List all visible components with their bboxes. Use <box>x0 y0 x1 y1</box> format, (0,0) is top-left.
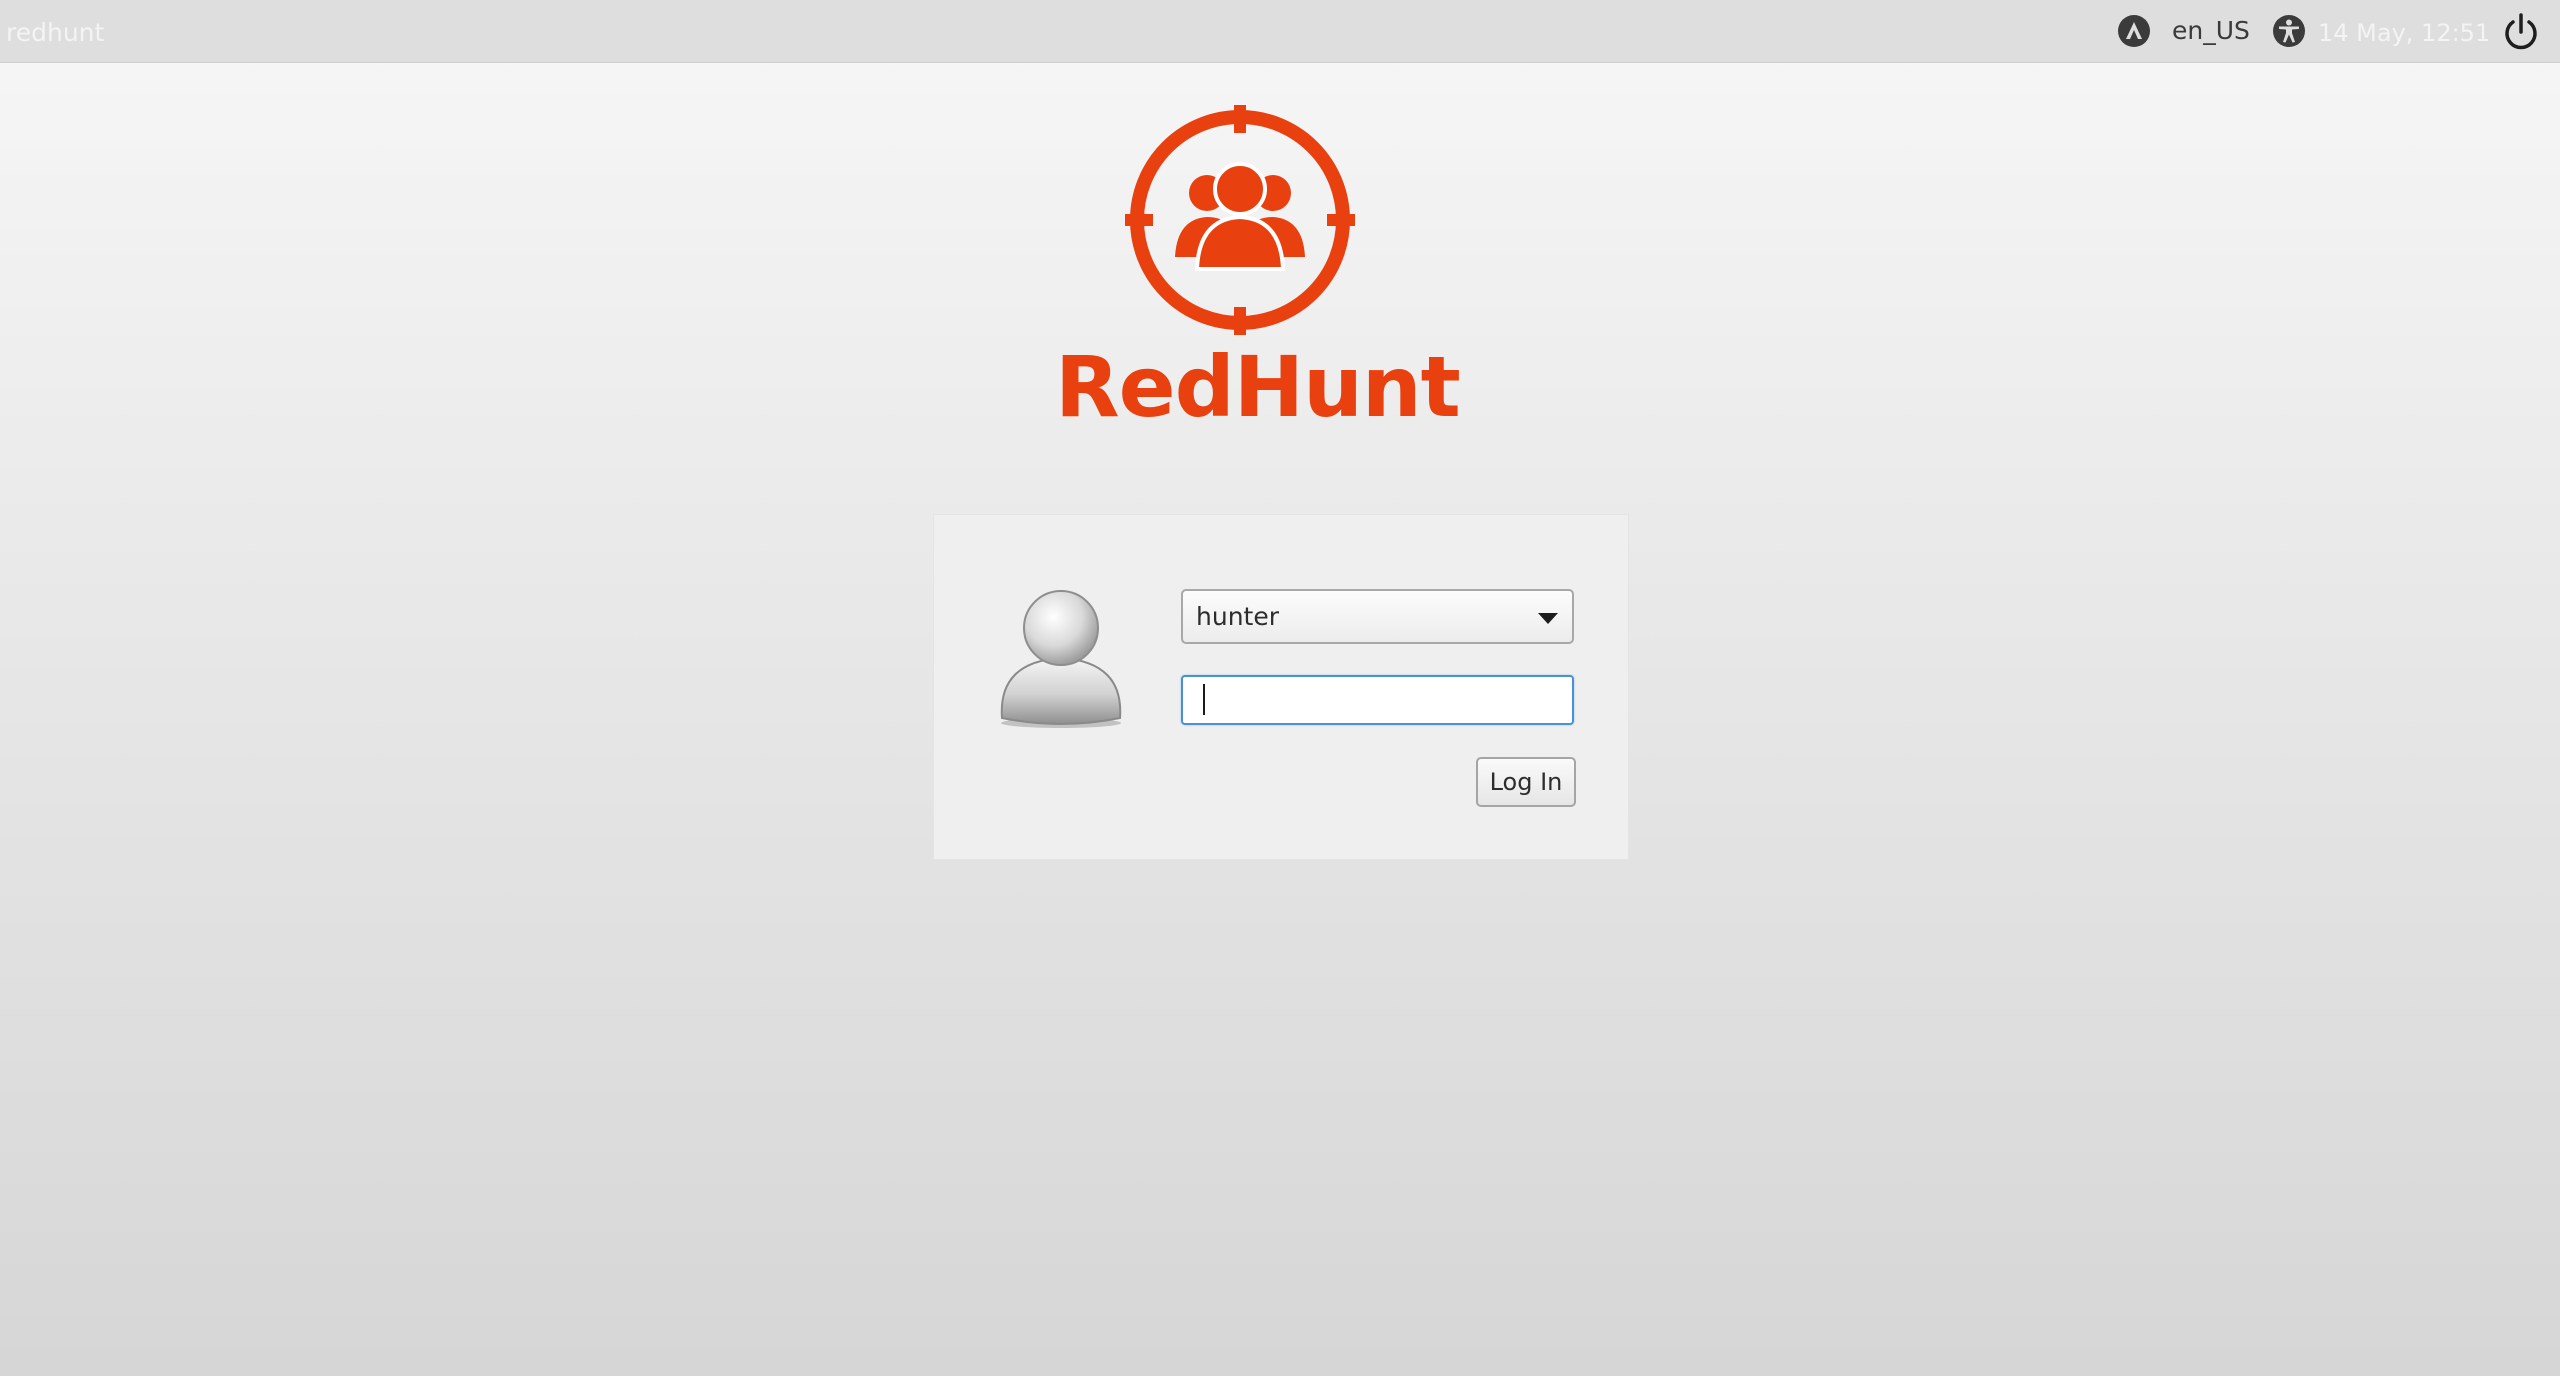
logo-wordmark: RedHunt <box>1055 338 1461 436</box>
user-avatar-icon <box>994 580 1129 730</box>
keyboard-layout-icon[interactable] <box>2117 14 2151 48</box>
power-icon[interactable] <box>2500 12 2542 54</box>
accessibility-icon[interactable] <box>2272 14 2306 48</box>
password-field[interactable] <box>1181 675 1574 725</box>
text-cursor <box>1203 684 1205 715</box>
redhunt-logo: RedHunt <box>1055 105 1461 436</box>
top-panel: redhunt en_US 14 May, 12:51 <box>0 0 2560 63</box>
clock[interactable]: 14 May, 12:51 <box>2318 18 2490 48</box>
login-panel: hunter Log In <box>933 514 1629 860</box>
selected-user-label: hunter <box>1196 602 1279 631</box>
hostname-label: redhunt <box>6 18 105 47</box>
crosshair-users-icon <box>1125 105 1355 335</box>
user-select[interactable]: hunter <box>1181 589 1574 644</box>
chevron-down-icon <box>1538 613 1558 624</box>
login-button[interactable]: Log In <box>1476 757 1576 807</box>
language-indicator[interactable]: en_US <box>2172 16 2250 46</box>
